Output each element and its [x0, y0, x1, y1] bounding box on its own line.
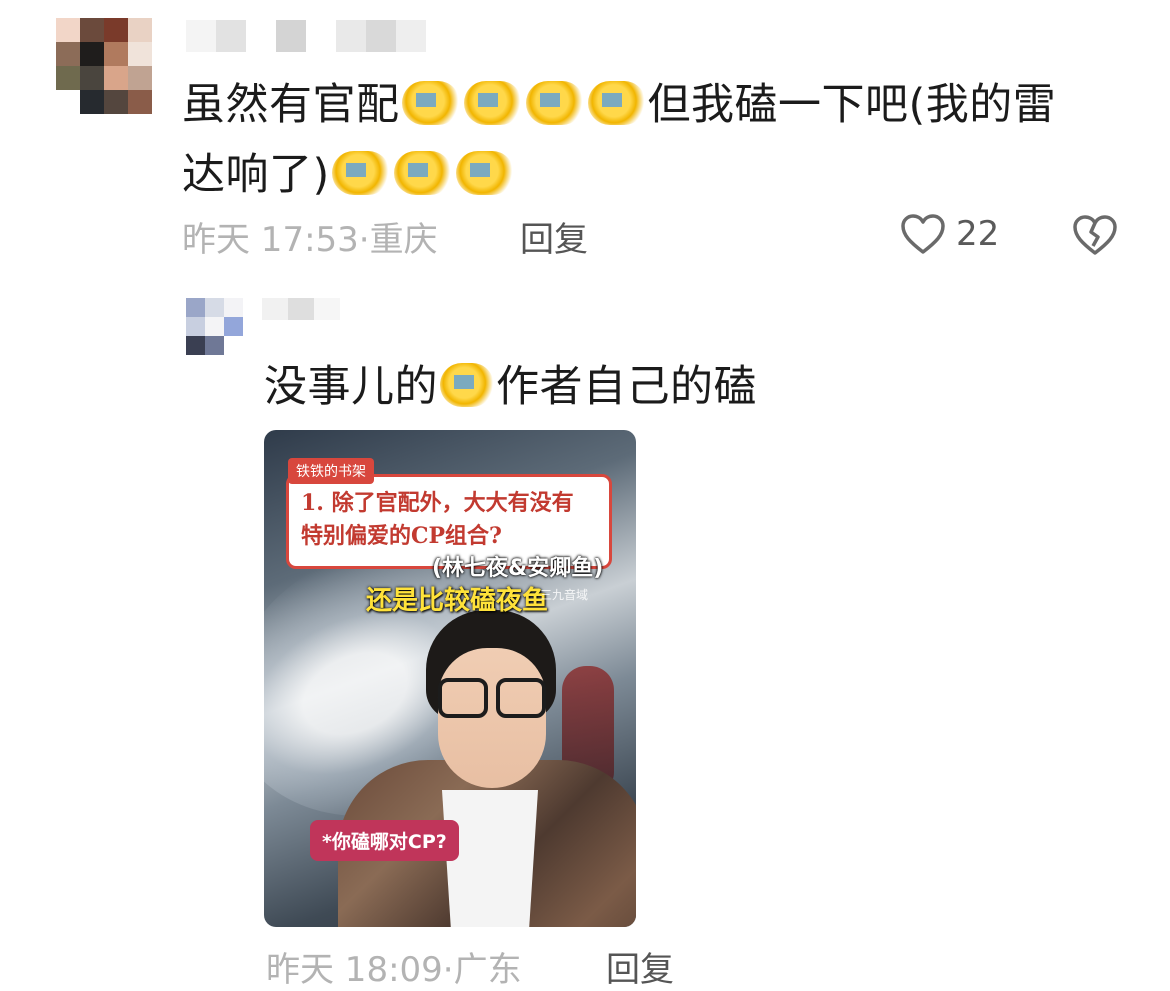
username-blurred[interactable] — [186, 20, 456, 52]
video-tag: 铁铁的书架 — [288, 458, 374, 484]
comment-text-part: 但我磕一下吧(我的雷 — [647, 80, 1057, 130]
comment-text: 虽然有官配 但我磕一下吧(我的雷 达响了) — [182, 70, 1142, 210]
emoji-icon — [393, 151, 452, 195]
emoji-icon — [455, 151, 514, 195]
broken-heart-icon — [1073, 215, 1117, 255]
emoji-icon — [525, 81, 584, 125]
heart-icon — [901, 214, 945, 254]
reply-text-part: 作者自己的磕 — [496, 362, 757, 412]
comment-text-part: 虽然有官配 — [182, 80, 400, 130]
reply-button[interactable]: 回复 — [520, 212, 588, 261]
reply-avatar[interactable] — [186, 298, 244, 356]
reply-location: 广东 — [453, 950, 522, 990]
like-count: 22 — [956, 214, 1000, 254]
cp-names: (林七夜&安卿鱼) — [432, 556, 604, 581]
question-sticker: *你磕哪对CP? — [310, 820, 459, 861]
emoji-icon — [331, 151, 390, 195]
glasses — [436, 678, 548, 722]
reply-text: 没事儿的 作者自己的磕 — [264, 352, 757, 422]
reply-text-part: 没事儿的 — [264, 362, 438, 412]
emoji-icon — [587, 81, 646, 125]
comment-time: 昨天 17:53· — [182, 220, 370, 260]
comment-text-part: 达响了) — [182, 150, 330, 200]
question-line: 1. 除了官配外，大大有没有 — [301, 490, 574, 516]
avatar[interactable] — [56, 18, 152, 114]
comment-location: 重庆 — [369, 220, 438, 260]
reply-username-blurred[interactable] — [262, 298, 340, 320]
like-button[interactable]: 22 — [900, 212, 999, 256]
watermark: 三九音域 — [540, 588, 589, 602]
emoji-icon — [463, 81, 522, 125]
question-line: 特别偏爱的CP组合? — [301, 523, 502, 549]
reply-time: 昨天 18:09· — [266, 950, 454, 990]
dislike-button[interactable] — [1072, 214, 1118, 260]
video-caption: 还是比较磕夜鱼 — [366, 586, 549, 616]
video-thumbnail[interactable]: 1. 除了官配外，大大有没有 特别偏爱的CP组合? 铁铁的书架 (林七夜&安卿鱼… — [264, 430, 636, 927]
reply-meta: 昨天 18:09·广东 — [266, 942, 522, 991]
comment-meta: 昨天 17:53·重庆 — [182, 212, 438, 261]
reply-reply-button[interactable]: 回复 — [606, 942, 674, 991]
emoji-icon — [440, 363, 494, 407]
emoji-icon — [401, 81, 460, 125]
